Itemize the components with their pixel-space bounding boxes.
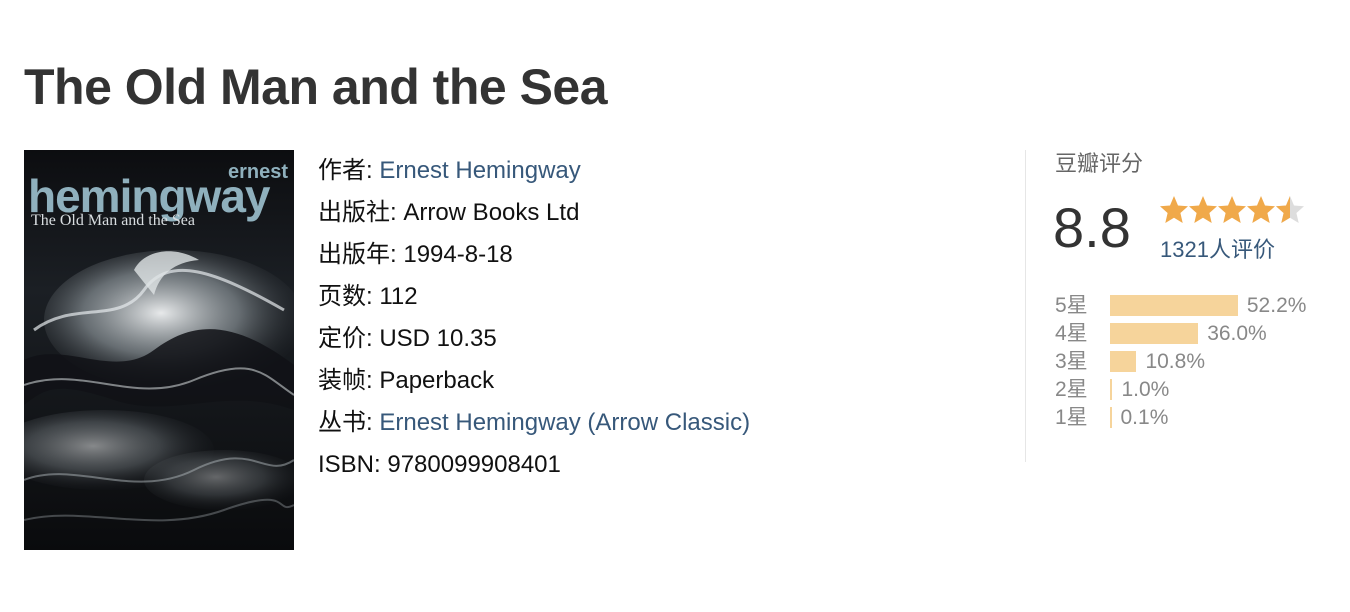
info-label: 丛书: xyxy=(318,409,373,436)
rating-stars xyxy=(1160,196,1304,223)
info-label: 出版社: xyxy=(318,199,397,226)
info-label: 作者: xyxy=(318,157,373,184)
pages-value: 112 xyxy=(379,283,418,310)
info-row-price: 定价: USD 10.35 xyxy=(318,318,750,360)
info-label: ISBN: xyxy=(318,451,381,478)
rating-bar xyxy=(1110,407,1112,428)
series-link[interactable]: Ernest Hemingway (Arrow Classic) xyxy=(379,409,750,436)
author-link[interactable]: Ernest Hemingway xyxy=(379,157,580,184)
info-label: 出版年: xyxy=(318,241,397,268)
book-cover-image[interactable]: ernest hemingway The Old Man and the Sea xyxy=(24,150,294,550)
info-label: 定价: xyxy=(318,325,373,352)
section-divider xyxy=(1025,150,1026,462)
info-row-publish-date: 出版年: 1994-8-18 xyxy=(318,234,750,276)
half-star-icon xyxy=(1276,196,1304,223)
star-icon xyxy=(1160,196,1188,223)
rating-bar xyxy=(1110,323,1199,344)
info-row-author: 作者: Ernest Hemingway xyxy=(318,150,750,192)
rating-percent: 0.1% xyxy=(1120,406,1169,429)
rating-heading: 豆瓣评分 xyxy=(1055,151,1144,176)
rating-percent: 10.8% xyxy=(1145,350,1205,373)
rating-bar xyxy=(1110,379,1113,400)
publish-date-value: 1994-8-18 xyxy=(403,241,513,268)
star-level-label: 5星 xyxy=(1055,294,1088,317)
cover-book-title: The Old Man and the Sea xyxy=(31,212,195,229)
star-level-label: 2星 xyxy=(1055,378,1088,401)
book-info-list: 作者: Ernest Hemingway 出版社: Arrow Books Lt… xyxy=(318,150,750,486)
info-row-publisher: 出版社: Arrow Books Ltd xyxy=(318,192,750,234)
publisher-value: Arrow Books Ltd xyxy=(403,199,580,226)
star-level-label: 1星 xyxy=(1055,406,1088,429)
rating-count-link[interactable]: 1321人评价 xyxy=(1160,232,1275,264)
isbn-value: 9780099908401 xyxy=(387,451,561,478)
info-label: 装帧: xyxy=(318,367,373,394)
star-icon xyxy=(1189,196,1217,223)
star-level-label: 4星 xyxy=(1055,322,1088,345)
info-row-series: 丛书: Ernest Hemingway (Arrow Classic) xyxy=(318,402,750,444)
book-title: The Old Man and the Sea xyxy=(24,59,608,115)
star-icon xyxy=(1247,196,1275,223)
info-label: 页数: xyxy=(318,283,373,310)
price-value: USD 10.35 xyxy=(379,325,497,352)
star-icon xyxy=(1218,196,1246,223)
info-row-pages: 页数: 112 xyxy=(318,276,750,318)
rating-score: 8.8 xyxy=(1053,196,1131,259)
star-level-label: 3星 xyxy=(1055,350,1088,373)
rating-percent: 36.0% xyxy=(1207,322,1267,345)
rating-percent: 1.0% xyxy=(1121,378,1170,401)
binding-value: Paperback xyxy=(379,367,495,394)
rating-bar xyxy=(1110,295,1238,316)
info-row-isbn: ISBN: 9780099908401 xyxy=(318,444,750,486)
rating-bar xyxy=(1110,351,1137,372)
rating-percent: 52.2% xyxy=(1246,294,1307,317)
info-row-binding: 装帧: Paperback xyxy=(318,360,750,402)
